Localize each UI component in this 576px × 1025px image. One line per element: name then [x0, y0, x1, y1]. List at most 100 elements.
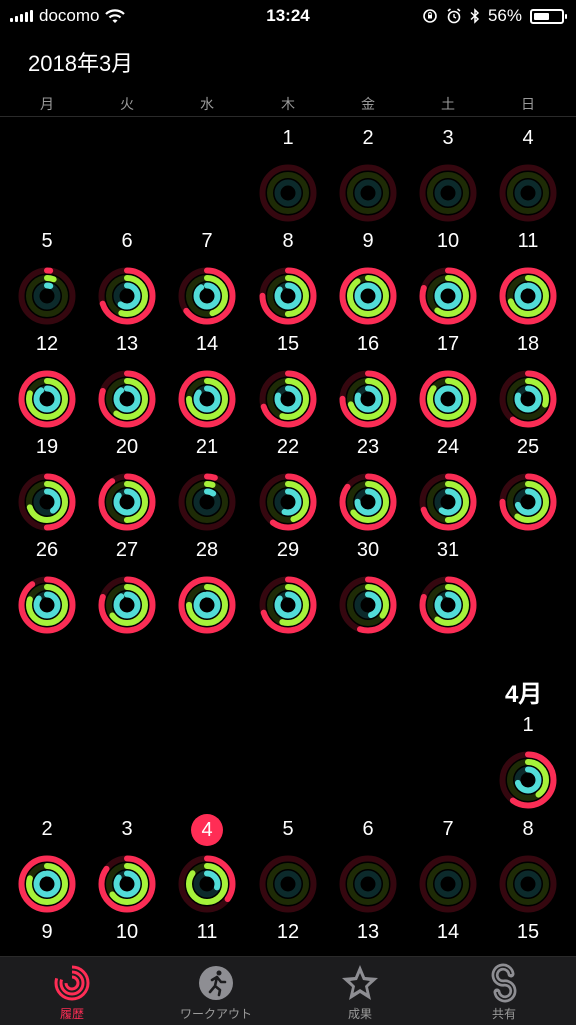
activity-rings[interactable]: [419, 370, 477, 428]
activity-rings[interactable]: [499, 370, 557, 428]
activity-rings[interactable]: [419, 576, 477, 634]
activity-rings[interactable]: [18, 473, 76, 531]
activity-rings[interactable]: [18, 855, 76, 913]
day-number[interactable]: 14: [423, 921, 473, 944]
activity-rings[interactable]: [339, 164, 397, 222]
day-number[interactable]: 10: [102, 921, 152, 944]
day-number[interactable]: 5: [22, 230, 72, 253]
day-number[interactable]: 4: [503, 127, 553, 150]
month-title: 2018年3月: [28, 51, 134, 76]
tab-awards[interactable]: 成果: [300, 963, 420, 1022]
day-number[interactable]: 22: [263, 436, 313, 459]
day-number[interactable]: 8: [503, 818, 553, 841]
tab-workout[interactable]: ワークアウト: [156, 963, 276, 1022]
activity-rings[interactable]: [499, 473, 557, 531]
day-number[interactable]: 2: [343, 127, 393, 150]
activity-rings[interactable]: [18, 576, 76, 634]
day-number[interactable]: 3: [423, 127, 473, 150]
day-number[interactable]: 7: [182, 230, 232, 253]
day-number[interactable]: 6: [343, 818, 393, 841]
day-number[interactable]: 6: [102, 230, 152, 253]
activity-rings[interactable]: [18, 370, 76, 428]
day-number[interactable]: 5: [263, 818, 313, 841]
day-number[interactable]: 28: [182, 539, 232, 562]
activity-rings[interactable]: [499, 267, 557, 325]
tab-bar: 履歴 ワークアウト 成果 共有: [0, 956, 576, 1025]
day-number[interactable]: 19: [22, 436, 72, 459]
activity-rings[interactable]: [339, 576, 397, 634]
activity-rings[interactable]: [259, 267, 317, 325]
activity-rings[interactable]: [178, 267, 236, 325]
day-number[interactable]: 17: [423, 333, 473, 356]
day-number[interactable]: 1: [263, 127, 313, 150]
day-number[interactable]: 27: [102, 539, 152, 562]
day-number[interactable]: 9: [22, 921, 72, 944]
day-number[interactable]: 10: [423, 230, 473, 253]
activity-rings[interactable]: [98, 267, 156, 325]
activity-rings[interactable]: [419, 473, 477, 531]
activity-rings[interactable]: [259, 855, 317, 913]
day-number[interactable]: 11: [503, 230, 553, 253]
day-number[interactable]: 13: [102, 333, 152, 356]
day-number[interactable]: 29: [263, 539, 313, 562]
day-number[interactable]: 1: [503, 714, 553, 737]
day-number[interactable]: 12: [263, 921, 313, 944]
day-number[interactable]: 24: [423, 436, 473, 459]
activity-rings[interactable]: [499, 751, 557, 809]
day-number[interactable]: 16: [343, 333, 393, 356]
activity-rings[interactable]: [259, 473, 317, 531]
day-number[interactable]: 8: [263, 230, 313, 253]
day-number[interactable]: 21: [182, 436, 232, 459]
day-number[interactable]: 11: [182, 921, 232, 944]
activity-rings[interactable]: [499, 855, 557, 913]
activity-rings[interactable]: [259, 164, 317, 222]
tab-history[interactable]: 履歴: [12, 963, 132, 1022]
activity-rings[interactable]: [98, 473, 156, 531]
day-number[interactable]: 2: [22, 818, 72, 841]
stand-ring-progress: [33, 385, 61, 413]
activity-rings-icon: [54, 965, 90, 1001]
activity-rings[interactable]: [419, 267, 477, 325]
stand-ring-progress: [113, 385, 141, 413]
activity-rings[interactable]: [419, 855, 477, 913]
day-number[interactable]: 25: [503, 436, 553, 459]
activity-rings[interactable]: [98, 576, 156, 634]
activity-rings[interactable]: [419, 164, 477, 222]
day-number[interactable]: 9: [343, 230, 393, 253]
weekday-label-2: 水: [200, 96, 214, 112]
activity-rings[interactable]: [339, 855, 397, 913]
day-number[interactable]: 26: [22, 539, 72, 562]
activity-rings[interactable]: [339, 370, 397, 428]
calendar-grid[interactable]: 1 2 3 4 5 6 7 8 9 10 11 12 13 14 15 16 17 18 19 20 21 22 23 24 2…: [0, 117, 576, 956]
day-number[interactable]: 12: [22, 333, 72, 356]
activity-rings[interactable]: [98, 855, 156, 913]
activity-rings[interactable]: [339, 473, 397, 531]
day-number[interactable]: 14: [182, 333, 232, 356]
activity-rings[interactable]: [259, 370, 317, 428]
day-number[interactable]: 15: [503, 921, 553, 944]
day-number[interactable]: 30: [343, 539, 393, 562]
day-number[interactable]: 13: [343, 921, 393, 944]
activity-rings[interactable]: [18, 267, 76, 325]
today-day-number[interactable]: 4: [191, 814, 223, 846]
day-number[interactable]: 18: [503, 333, 553, 356]
day-number[interactable]: 7: [423, 818, 473, 841]
activity-rings[interactable]: [178, 576, 236, 634]
tab-sharing[interactable]: 共有: [444, 963, 564, 1022]
activity-rings[interactable]: [178, 370, 236, 428]
day-number[interactable]: 23: [343, 436, 393, 459]
day-number[interactable]: 3: [102, 818, 152, 841]
day-number[interactable]: 20: [102, 436, 152, 459]
bluetooth-icon: [470, 8, 480, 24]
activity-rings[interactable]: [178, 473, 236, 531]
battery-icon: [530, 8, 567, 24]
activity-rings[interactable]: [259, 576, 317, 634]
stand-ring-track: [354, 179, 382, 207]
activity-rings[interactable]: [178, 855, 236, 913]
stand-ring-track: [274, 179, 302, 207]
day-number[interactable]: 15: [263, 333, 313, 356]
activity-rings[interactable]: [339, 267, 397, 325]
day-number[interactable]: 31: [423, 539, 473, 562]
activity-rings[interactable]: [499, 164, 557, 222]
activity-rings[interactable]: [98, 370, 156, 428]
